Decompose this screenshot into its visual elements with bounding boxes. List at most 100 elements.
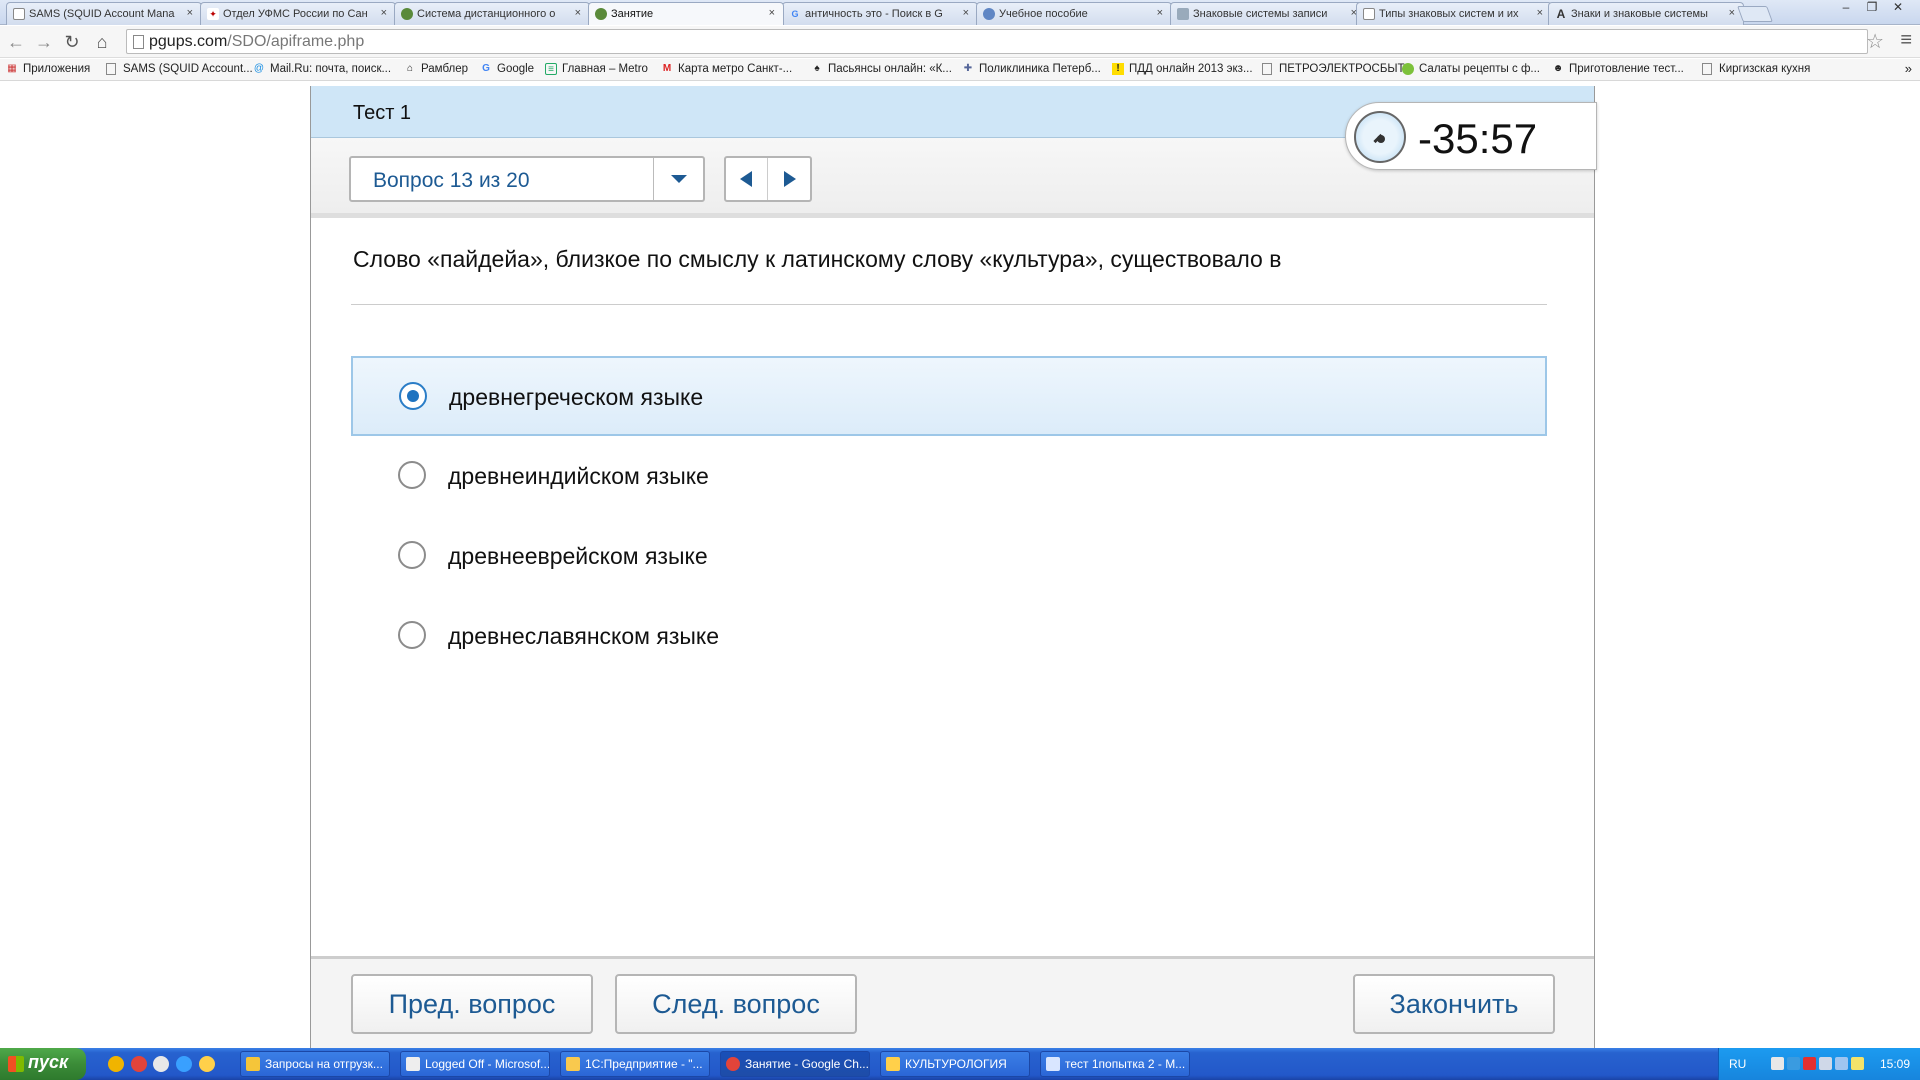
chrome-icon[interactable] xyxy=(131,1056,147,1072)
task-label: Logged Off - Microsof... xyxy=(425,1057,550,1071)
test-frame: Тест 1 Вопрос 13 из 20 -35:57 Слово «пай… xyxy=(310,86,1597,1048)
answer-option[interactable]: древнеиндийском языке xyxy=(351,436,1547,516)
tray-icon[interactable] xyxy=(1819,1057,1832,1070)
taskbar-task[interactable]: тест 1попытка 2 - М... xyxy=(1040,1051,1190,1077)
close-icon[interactable]: × xyxy=(963,7,969,19)
bookmark-item[interactable]: ♠ Пасьянсы онлайн: «К... xyxy=(811,63,952,75)
close-icon[interactable]: × xyxy=(575,7,581,19)
menu-icon[interactable]: ≡ xyxy=(1900,29,1912,52)
tab-label: SAMS (SQUID Account Mana xyxy=(29,8,175,20)
radio-button[interactable] xyxy=(398,461,426,489)
answer-option-selected[interactable]: древнегреческом языке xyxy=(351,356,1547,436)
radio-button[interactable] xyxy=(398,541,426,569)
taskbar-task[interactable]: КУЛЬТУРОЛОГИЯ xyxy=(880,1051,1030,1077)
bookmark-star-icon[interactable]: ☆ xyxy=(1866,29,1884,54)
bookmark-item[interactable]: @ Mail.Ru: почта, поиск... xyxy=(253,63,391,75)
volume-icon[interactable] xyxy=(1835,1057,1848,1070)
taskbar-task[interactable]: Запросы на отгрузк... xyxy=(240,1051,390,1077)
bookmark-item[interactable]: G Google xyxy=(480,63,534,75)
apps-grid-icon: ▦ xyxy=(7,63,17,74)
quicklaunch-icon[interactable] xyxy=(108,1056,124,1072)
bookmark-item[interactable]: ✚ Поликлиника Петерб... xyxy=(962,63,1101,75)
test-title: Тест 1 xyxy=(353,102,412,124)
moodle-icon xyxy=(401,8,413,20)
radio-button[interactable] xyxy=(398,621,426,649)
answer-option[interactable]: древнееврейском языке xyxy=(351,516,1547,596)
question-arrows xyxy=(724,156,812,202)
page-icon xyxy=(1262,63,1272,75)
new-tab-button[interactable] xyxy=(1737,6,1773,22)
radio-button-checked[interactable] xyxy=(399,382,427,410)
next-question-arrow[interactable] xyxy=(768,158,810,200)
bookmark-label: Приложения xyxy=(23,63,91,75)
restore-button[interactable]: ❐ xyxy=(1860,0,1884,16)
bookmark-label: Пасьянсы онлайн: «К... xyxy=(828,63,952,75)
browser-tab[interactable]: Учебное пособие × xyxy=(976,2,1172,25)
answer-option[interactable]: древнеславянском языке xyxy=(351,596,1547,676)
close-icon[interactable]: × xyxy=(187,7,193,19)
bookmark-item[interactable]: Салаты рецепты с ф... xyxy=(1402,63,1540,75)
back-arrow-icon[interactable]: ← xyxy=(6,32,26,52)
bookmarks-more-chevron-icon[interactable]: » xyxy=(1905,61,1912,76)
bookmark-label: Рамблер xyxy=(421,63,469,75)
close-icon[interactable]: × xyxy=(1729,7,1735,19)
close-window-button[interactable]: ✕ xyxy=(1886,0,1910,16)
reload-icon[interactable]: ↻ xyxy=(62,32,82,52)
dropdown-toggle[interactable] xyxy=(653,158,703,200)
finish-button[interactable]: Закончить xyxy=(1353,974,1555,1034)
bookmark-item[interactable]: Киргизская кухня xyxy=(1702,63,1810,75)
close-icon[interactable]: × xyxy=(381,7,387,19)
timer-value: -35:57 xyxy=(1418,115,1538,162)
close-icon[interactable]: × xyxy=(769,7,775,19)
app-icon xyxy=(246,1057,260,1071)
windows-taskbar: пуск Запросы на отгрузк... Logged Off - … xyxy=(0,1048,1920,1080)
close-icon[interactable]: × xyxy=(1537,7,1543,19)
network-icon[interactable] xyxy=(1771,1057,1784,1070)
forward-arrow-icon[interactable]: → xyxy=(34,32,54,52)
prev-question-button[interactable]: Пред. вопрос xyxy=(351,974,593,1034)
tray-icon[interactable] xyxy=(1787,1057,1800,1070)
taskbar-task[interactable]: Logged Off - Microsof... xyxy=(400,1051,550,1077)
timer-panel: -35:57 xyxy=(1345,102,1597,170)
browser-tab[interactable]: A Знаки и знаковые системы × xyxy=(1548,2,1744,25)
taskbar-task[interactable]: 1С:Предприятие - "... xyxy=(560,1051,710,1077)
bookmark-item[interactable]: ⌂ Рамблер xyxy=(404,63,468,75)
bookmark-item[interactable]: M Карта метро Санкт-... xyxy=(661,63,792,75)
tray-icon[interactable] xyxy=(1851,1057,1864,1070)
browser-tab-active[interactable]: Занятие × xyxy=(588,2,784,25)
browser-tab[interactable]: Система дистанционного о × xyxy=(394,2,590,25)
bookmark-item[interactable]: ПЕТРОЭЛЕКТРОСБЫТ xyxy=(1262,63,1405,75)
taskbar-task-active[interactable]: Занятие - Google Ch... xyxy=(720,1051,870,1077)
page-icon xyxy=(1177,8,1189,20)
question-selector-dropdown[interactable]: Вопрос 13 из 20 xyxy=(349,156,705,202)
task-label: тест 1попытка 2 - М... xyxy=(1065,1057,1186,1071)
ie-icon[interactable] xyxy=(176,1056,192,1072)
home-icon[interactable]: ⌂ xyxy=(92,32,112,52)
antivirus-icon[interactable] xyxy=(1803,1057,1816,1070)
bookmark-item[interactable]: ☻ Приготовление тест... xyxy=(1552,63,1684,75)
warning-icon: ! xyxy=(1112,63,1124,75)
bookmark-item[interactable]: ! ПДД онлайн 2013 экз... xyxy=(1112,63,1253,75)
browser-tab[interactable]: Знаковые системы записи × xyxy=(1170,2,1366,25)
browser-tab[interactable]: Типы знаковых систем и их × xyxy=(1356,2,1552,25)
address-bar[interactable]: pgups.com/SDO/apiframe.php xyxy=(126,29,1868,54)
bookmark-item[interactable]: ≡ Главная – Metro xyxy=(545,63,648,75)
folder-icon[interactable] xyxy=(199,1056,215,1072)
bookmark-apps[interactable]: ▦ Приложения xyxy=(6,63,90,75)
desktop-icon[interactable] xyxy=(153,1056,169,1072)
test-footer: Пред. вопрос След. вопрос Закончить xyxy=(311,956,1594,1048)
browser-tab[interactable]: SAMS (SQUID Account Mana × xyxy=(6,2,202,25)
word-icon xyxy=(1046,1057,1060,1071)
bookmark-label: Google xyxy=(497,63,535,75)
close-icon[interactable]: × xyxy=(1157,7,1163,19)
bookmark-item[interactable]: SAMS (SQUID Account... xyxy=(106,63,253,75)
browser-tab[interactable]: ✦ Отдел УФМС России по Сан × xyxy=(200,2,396,25)
minimize-button[interactable]: – xyxy=(1834,0,1858,16)
prev-question-arrow[interactable] xyxy=(726,158,768,200)
app-icon xyxy=(566,1057,580,1071)
start-button[interactable]: пуск xyxy=(0,1048,86,1080)
browser-tab[interactable]: G античность это - Поиск в G × xyxy=(782,2,978,25)
next-question-button[interactable]: След. вопрос xyxy=(615,974,857,1034)
browser-tab-strip: SAMS (SQUID Account Mana × ✦ Отдел УФМС … xyxy=(0,0,1920,25)
language-indicator[interactable]: RU xyxy=(1729,1057,1746,1071)
